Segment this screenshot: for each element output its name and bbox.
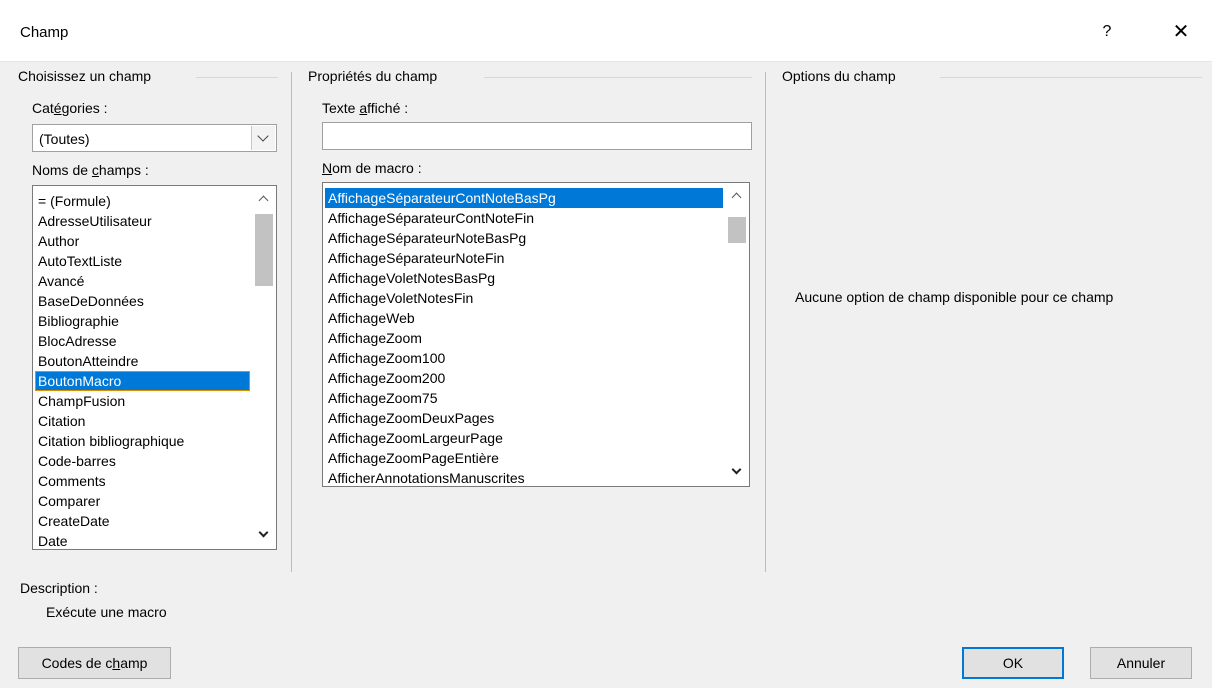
field-names-label: Noms de champs : [32, 162, 149, 178]
ok-button[interactable]: OK [962, 647, 1064, 679]
list-item[interactable]: AffichageZoomLargeurPage [325, 428, 723, 448]
list-item[interactable]: Bibliographie [35, 311, 250, 331]
description-label: Description : [20, 580, 98, 596]
categories-label: Catégories : [32, 100, 108, 116]
categories-value: (Toutes) [39, 131, 90, 147]
field-names-scrollbar[interactable] [252, 186, 276, 549]
chevron-up-icon [731, 192, 742, 203]
list-item[interactable]: Author [35, 231, 250, 251]
list-item[interactable]: ChampFusion [35, 391, 250, 411]
group-line [940, 77, 1202, 78]
group-line [484, 77, 752, 78]
macro-names-items: AffichageSéparateurContNoteBasPg Affichag… [325, 188, 723, 486]
list-item[interactable]: BlocAdresse [35, 331, 250, 351]
list-item[interactable]: BoutonAtteindre [35, 351, 250, 371]
field-codes-button[interactable]: Codes de champ [18, 647, 171, 679]
chevron-down-icon [257, 130, 269, 142]
list-item[interactable]: AffichageZoomPageEntière [325, 448, 723, 468]
field-options-group-title: Options du champ [782, 68, 902, 84]
title-bar: Champ ? ✕ [0, 0, 1212, 62]
list-item[interactable]: AdresseUtilisateur [35, 211, 250, 231]
scroll-thumb[interactable] [255, 214, 273, 286]
display-text-input[interactable] [322, 122, 752, 150]
list-item[interactable]: AffichageWeb [325, 308, 723, 328]
close-button[interactable]: ✕ [1166, 14, 1196, 50]
help-button[interactable]: ? [1092, 14, 1122, 50]
cancel-button[interactable]: Annuler [1090, 647, 1192, 679]
list-item[interactable]: AffichageSéparateurContNoteFin [325, 208, 723, 228]
list-item[interactable]: Comparer [35, 491, 250, 511]
display-text-label: Texte affiché : [322, 100, 409, 116]
list-item[interactable]: Citation bibliographique [35, 431, 250, 451]
scroll-down-button[interactable] [725, 462, 749, 484]
no-options-message: Aucune option de champ disponible pour c… [795, 289, 1114, 305]
list-item[interactable]: Code-barres [35, 451, 250, 471]
scroll-up-button[interactable] [725, 185, 749, 207]
chevron-up-icon [258, 195, 269, 206]
description-text: Exécute une macro [46, 604, 167, 620]
choose-field-group-title: Choisissez un champ [18, 68, 158, 84]
scroll-thumb[interactable] [728, 217, 746, 243]
list-item[interactable]: AutoTextListe [35, 251, 250, 271]
vertical-separator [765, 72, 766, 572]
macro-names-list[interactable]: AffichageSéparateurContNoteBasPg Affichag… [322, 182, 750, 487]
list-item[interactable]: Comments [35, 471, 250, 491]
list-item[interactable]: AffichageZoom100 [325, 348, 723, 368]
list-item[interactable]: BaseDeDonnées [35, 291, 250, 311]
macro-names-scrollbar[interactable] [725, 183, 749, 486]
list-item[interactable]: AfficherAnnotationsManuscrites [325, 468, 723, 486]
categories-dropdown[interactable]: (Toutes) [32, 124, 277, 152]
list-item[interactable]: AffichageVoletNotesFin [325, 288, 723, 308]
scroll-up-button[interactable] [252, 188, 276, 210]
list-item[interactable]: Citation [35, 411, 250, 431]
chevron-down-icon [731, 464, 742, 475]
field-properties-group-title: Propriétés du champ [308, 68, 444, 84]
list-item[interactable]: AffichageVoletNotesBasPg [325, 268, 723, 288]
list-item[interactable]: AffichageZoom200 [325, 368, 723, 388]
dialog-title: Champ [20, 24, 69, 41]
list-item[interactable]: CreateDate [35, 511, 250, 531]
dropdown-button[interactable] [251, 126, 275, 150]
list-item[interactable]: AffichageSéparateurContNoteBasPg [325, 188, 723, 208]
list-item[interactable]: Avancé [35, 271, 250, 291]
chevron-down-icon [258, 527, 269, 538]
list-item[interactable]: AffichageZoom75 [325, 388, 723, 408]
scroll-down-button[interactable] [252, 525, 276, 547]
list-item[interactable]: AffichageZoom [325, 328, 723, 348]
list-item[interactable]: Date [35, 531, 250, 549]
field-names-items: = (Formule) AdresseUtilisateur Author AutoT… [35, 191, 250, 549]
vertical-separator [291, 72, 292, 572]
macro-name-label: Nom de macro : [322, 160, 422, 176]
list-item[interactable]: AffichageSéparateurNoteFin [325, 248, 723, 268]
list-item[interactable]: = (Formule) [35, 191, 250, 211]
field-names-list[interactable]: = (Formule) AdresseUtilisateur Author AutoT… [32, 185, 277, 550]
group-line [196, 77, 278, 78]
list-item[interactable]: BoutonMacro [35, 371, 250, 391]
list-item[interactable]: AffichageZoomDeuxPages [325, 408, 723, 428]
list-item[interactable]: AffichageSéparateurNoteBasPg [325, 228, 723, 248]
